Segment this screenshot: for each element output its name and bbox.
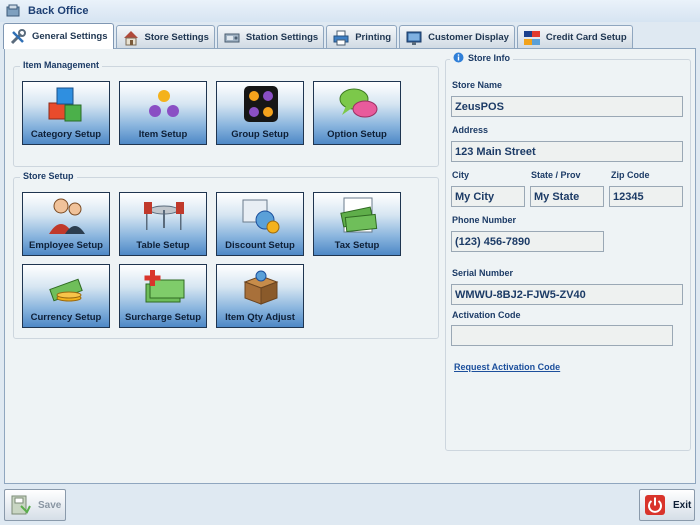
table-chairs-icon: [144, 202, 184, 230]
zip-field[interactable]: 12345: [609, 186, 683, 207]
state-label: State / Prov: [531, 170, 581, 180]
option-setup-button[interactable]: Option Setup: [313, 81, 401, 145]
surcharge-icon: [144, 270, 185, 303]
store-info-panel: Store Info Store Name ZeusPOS Address 12…: [445, 52, 691, 451]
activation-field[interactable]: [451, 325, 673, 346]
window-title: Back Office: [28, 5, 89, 17]
app-icon: [6, 4, 20, 17]
tab-label: General Settings: [32, 31, 108, 42]
phone-field[interactable]: (123) 456-7890: [451, 231, 604, 252]
address-field[interactable]: 123 Main Street: [451, 141, 683, 162]
cubes-icon: [48, 87, 82, 122]
exit-label: Exit: [673, 499, 692, 511]
store-setup-group: Store Setup Employee Setup Table Setup D…: [13, 171, 439, 339]
store-name-field[interactable]: ZeusPOS: [451, 96, 683, 117]
tab-label: Credit Card Setup: [545, 32, 627, 43]
tab-label: Store Settings: [144, 32, 209, 43]
item-management-label: Item Management: [20, 60, 103, 70]
tab-station-settings[interactable]: Station Settings: [216, 25, 325, 49]
tab-label: Station Settings: [245, 32, 319, 43]
tile-label: Currency Setup: [30, 312, 102, 323]
station-icon: [224, 33, 240, 42]
tab-label: Printing: [355, 32, 392, 43]
currency-setup-button[interactable]: Currency Setup: [22, 264, 110, 328]
chat-bubbles-icon: [339, 88, 378, 118]
address-label: Address: [452, 125, 489, 135]
printer-icon: [333, 30, 349, 45]
item-qty-adjust-button[interactable]: Item Qty Adjust: [216, 264, 304, 328]
tab-content-general-settings: Item Management Category Setup Item Setu…: [4, 48, 696, 484]
tile-label: Item Qty Adjust: [225, 312, 295, 323]
employee-setup-button[interactable]: Employee Setup: [22, 192, 110, 256]
city-label: City: [452, 170, 470, 180]
tab-customer-display[interactable]: Customer Display: [399, 25, 515, 49]
money-icon: [340, 197, 378, 233]
item-setup-button[interactable]: Item Setup: [119, 81, 207, 145]
credit-card-icon: [523, 30, 540, 45]
tile-label: Surcharge Setup: [124, 312, 202, 323]
city-field[interactable]: My City: [451, 186, 525, 207]
item-management-group: Item Management Category Setup Item Setu…: [13, 60, 439, 167]
tab-credit-card-setup[interactable]: Credit Card Setup: [516, 25, 633, 49]
activation-label: Activation Code: [452, 310, 521, 320]
box-icon: [243, 270, 279, 305]
save-button[interactable]: Save: [4, 489, 66, 521]
tile-label: Category Setup: [30, 129, 102, 140]
tile-label: Table Setup: [136, 240, 190, 251]
currency-icon: [49, 278, 83, 302]
save-label: Save: [38, 499, 62, 511]
exit-button[interactable]: Exit: [639, 489, 695, 521]
category-setup-button[interactable]: Category Setup: [22, 81, 110, 145]
house-icon: [123, 30, 138, 45]
request-activation-link[interactable]: Request Activation Code: [454, 362, 560, 372]
tab-strip: General Settings Store Settings Station …: [3, 23, 635, 49]
store-name-label: Store Name: [452, 80, 503, 90]
zip-label: Zip Code: [611, 170, 650, 180]
tile-label: Option Setup: [327, 129, 387, 140]
tab-general-settings[interactable]: General Settings: [3, 23, 114, 49]
group-icon: [244, 86, 278, 122]
title-bar: Back Office: [0, 0, 700, 22]
people-icon: [49, 198, 85, 234]
tile-label: Tax Setup: [334, 240, 380, 251]
tile-label: Group Setup: [231, 129, 289, 140]
tile-label: Item Setup: [138, 129, 188, 140]
surcharge-setup-button[interactable]: Surcharge Setup: [119, 264, 207, 328]
serial-field[interactable]: WMWU-8BJ2-FJW5-ZV40: [451, 284, 683, 305]
save-icon: [11, 495, 31, 515]
tab-printing[interactable]: Printing: [326, 25, 398, 49]
store-info-header: Store Info: [450, 52, 513, 63]
power-icon: [645, 495, 665, 515]
info-icon: [453, 52, 464, 63]
group-setup-button[interactable]: Group Setup: [216, 81, 304, 145]
store-info-label: Store Info: [468, 52, 510, 63]
discount-setup-button[interactable]: Discount Setup: [216, 192, 304, 256]
tile-label: Employee Setup: [29, 240, 103, 251]
tab-label: Customer Display: [428, 32, 509, 43]
store-setup-label: Store Setup: [20, 171, 77, 181]
tile-label: Discount Setup: [225, 240, 295, 251]
state-field[interactable]: My State: [530, 186, 604, 207]
table-setup-button[interactable]: Table Setup: [119, 192, 207, 256]
tools-icon: [10, 28, 26, 44]
dots-icon: [149, 90, 179, 117]
phone-label: Phone Number: [452, 215, 517, 225]
serial-label: Serial Number: [452, 268, 514, 278]
tab-store-settings[interactable]: Store Settings: [115, 25, 215, 49]
discount-icon: [242, 199, 280, 234]
tax-setup-button[interactable]: Tax Setup: [313, 192, 401, 256]
monitor-icon: [406, 31, 422, 45]
